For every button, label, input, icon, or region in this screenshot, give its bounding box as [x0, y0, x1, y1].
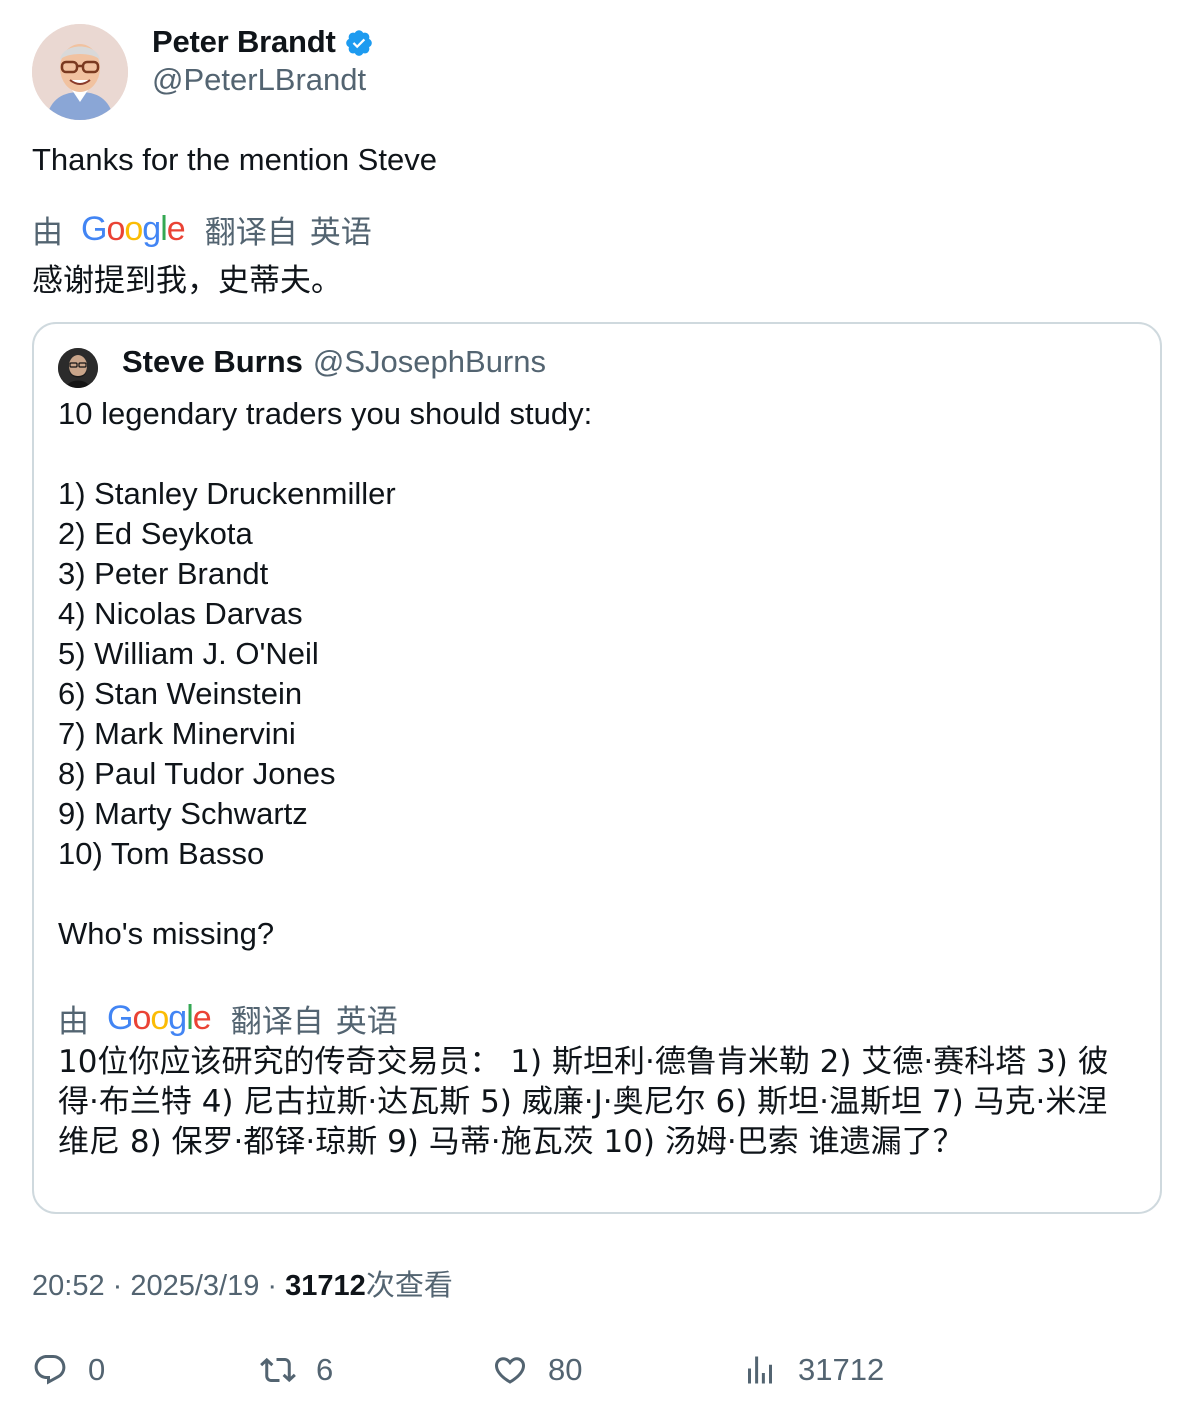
quote-line: 10 legendary traders you should study: [58, 396, 593, 431]
views-count: 31712 [285, 1270, 366, 1302]
translated-by-label: 由 [32, 215, 63, 251]
action-bar: 0 6 80 31712 [0, 1348, 1196, 1392]
avatar-illustration [32, 24, 128, 120]
quote-line: 10) Tom Basso [58, 836, 265, 871]
google-logo: Google [107, 999, 212, 1037]
quote-author-avatar [58, 348, 98, 388]
google-logo: Google [81, 210, 186, 248]
views-chart-icon [748, 1356, 772, 1384]
tweet-date[interactable]: 2025/3/19 [130, 1270, 259, 1303]
verified-badge-icon[interactable] [344, 28, 374, 58]
author-handle[interactable]: @PeterLBrandt [152, 62, 366, 98]
quote-line: 5) William J. O'Neil [58, 636, 319, 671]
views-button[interactable]: 31712 [742, 1348, 884, 1392]
repost-icon [260, 1357, 296, 1383]
quote-author-name: Steve Burns [122, 344, 303, 379]
author-avatar[interactable] [32, 24, 128, 120]
quote-line: 4) Nicolas Darvas [58, 596, 303, 631]
heart-icon [494, 1357, 526, 1384]
translated-from-label: 翻译自 [230, 1004, 324, 1040]
quote-line: 9) Marty Schwartz [58, 796, 308, 831]
quote-author-handle: @SJosephBurns [312, 344, 546, 379]
tweet-translated-text: 感谢提到我，史蒂夫。 [32, 263, 342, 299]
author-name-row: Peter Brandt [152, 22, 374, 62]
views-label: 次查看 [365, 1268, 453, 1302]
reply-icon [34, 1355, 66, 1385]
quote-line: Who's missing? [58, 916, 275, 951]
source-language: 英语 [309, 215, 372, 251]
quote-line [58, 874, 592, 914]
reply-button[interactable]: 0 [32, 1348, 105, 1392]
translated-by-label: 由 [58, 1004, 89, 1040]
source-language: 英语 [335, 1004, 398, 1040]
repost-count: 6 [316, 1352, 334, 1387]
quote-line [58, 434, 592, 474]
quote-line: 8) Paul Tudor Jones [58, 756, 336, 791]
quote-line: 6) Stan Weinstein [58, 676, 303, 711]
like-count: 80 [548, 1352, 583, 1387]
quote-avatar-illustration [58, 348, 98, 388]
like-button[interactable]: 80 [492, 1348, 582, 1392]
reply-count: 0 [88, 1352, 106, 1387]
quote-line: 7) Mark Minervini [58, 716, 296, 751]
meta-separator: · [104, 1270, 131, 1302]
views-count-action: 31712 [798, 1352, 885, 1387]
tweet-meta: 20:52 · 2025/3/19 · 31712 次查看 [32, 1262, 453, 1304]
repost-button[interactable]: 6 [260, 1348, 333, 1392]
translation-attribution: 由 Google 翻译自 英语 [32, 207, 372, 252]
author-name[interactable]: Peter Brandt [152, 24, 336, 60]
quote-line: 1) Stanley Druckenmiller [58, 476, 396, 511]
quote-translation-attribution: 由 Google 翻译自 英语 [58, 996, 398, 1041]
translated-from-label: 翻译自 [204, 215, 298, 251]
tweet-time[interactable]: 20:52 [32, 1270, 105, 1303]
meta-separator: · [259, 1270, 286, 1302]
quote-text: 10 legendary traders you should study: 1… [58, 394, 592, 954]
quoted-tweet-card[interactable]: Steve Burns @SJosephBurns 10 legendary t… [32, 322, 1162, 1214]
tweet-text: Thanks for the mention Steve [32, 142, 437, 177]
quote-translated-text: 10位你应该研究的传奇交易员： 1) 斯坦利·德鲁肯米勒 2) 艾德·赛科塔 3… [58, 1044, 1109, 1160]
quote-header: Steve Burns @SJosephBurns [122, 344, 546, 380]
quote-line: 3) Peter Brandt [58, 556, 269, 591]
quote-line: 2) Ed Seykota [58, 516, 253, 551]
